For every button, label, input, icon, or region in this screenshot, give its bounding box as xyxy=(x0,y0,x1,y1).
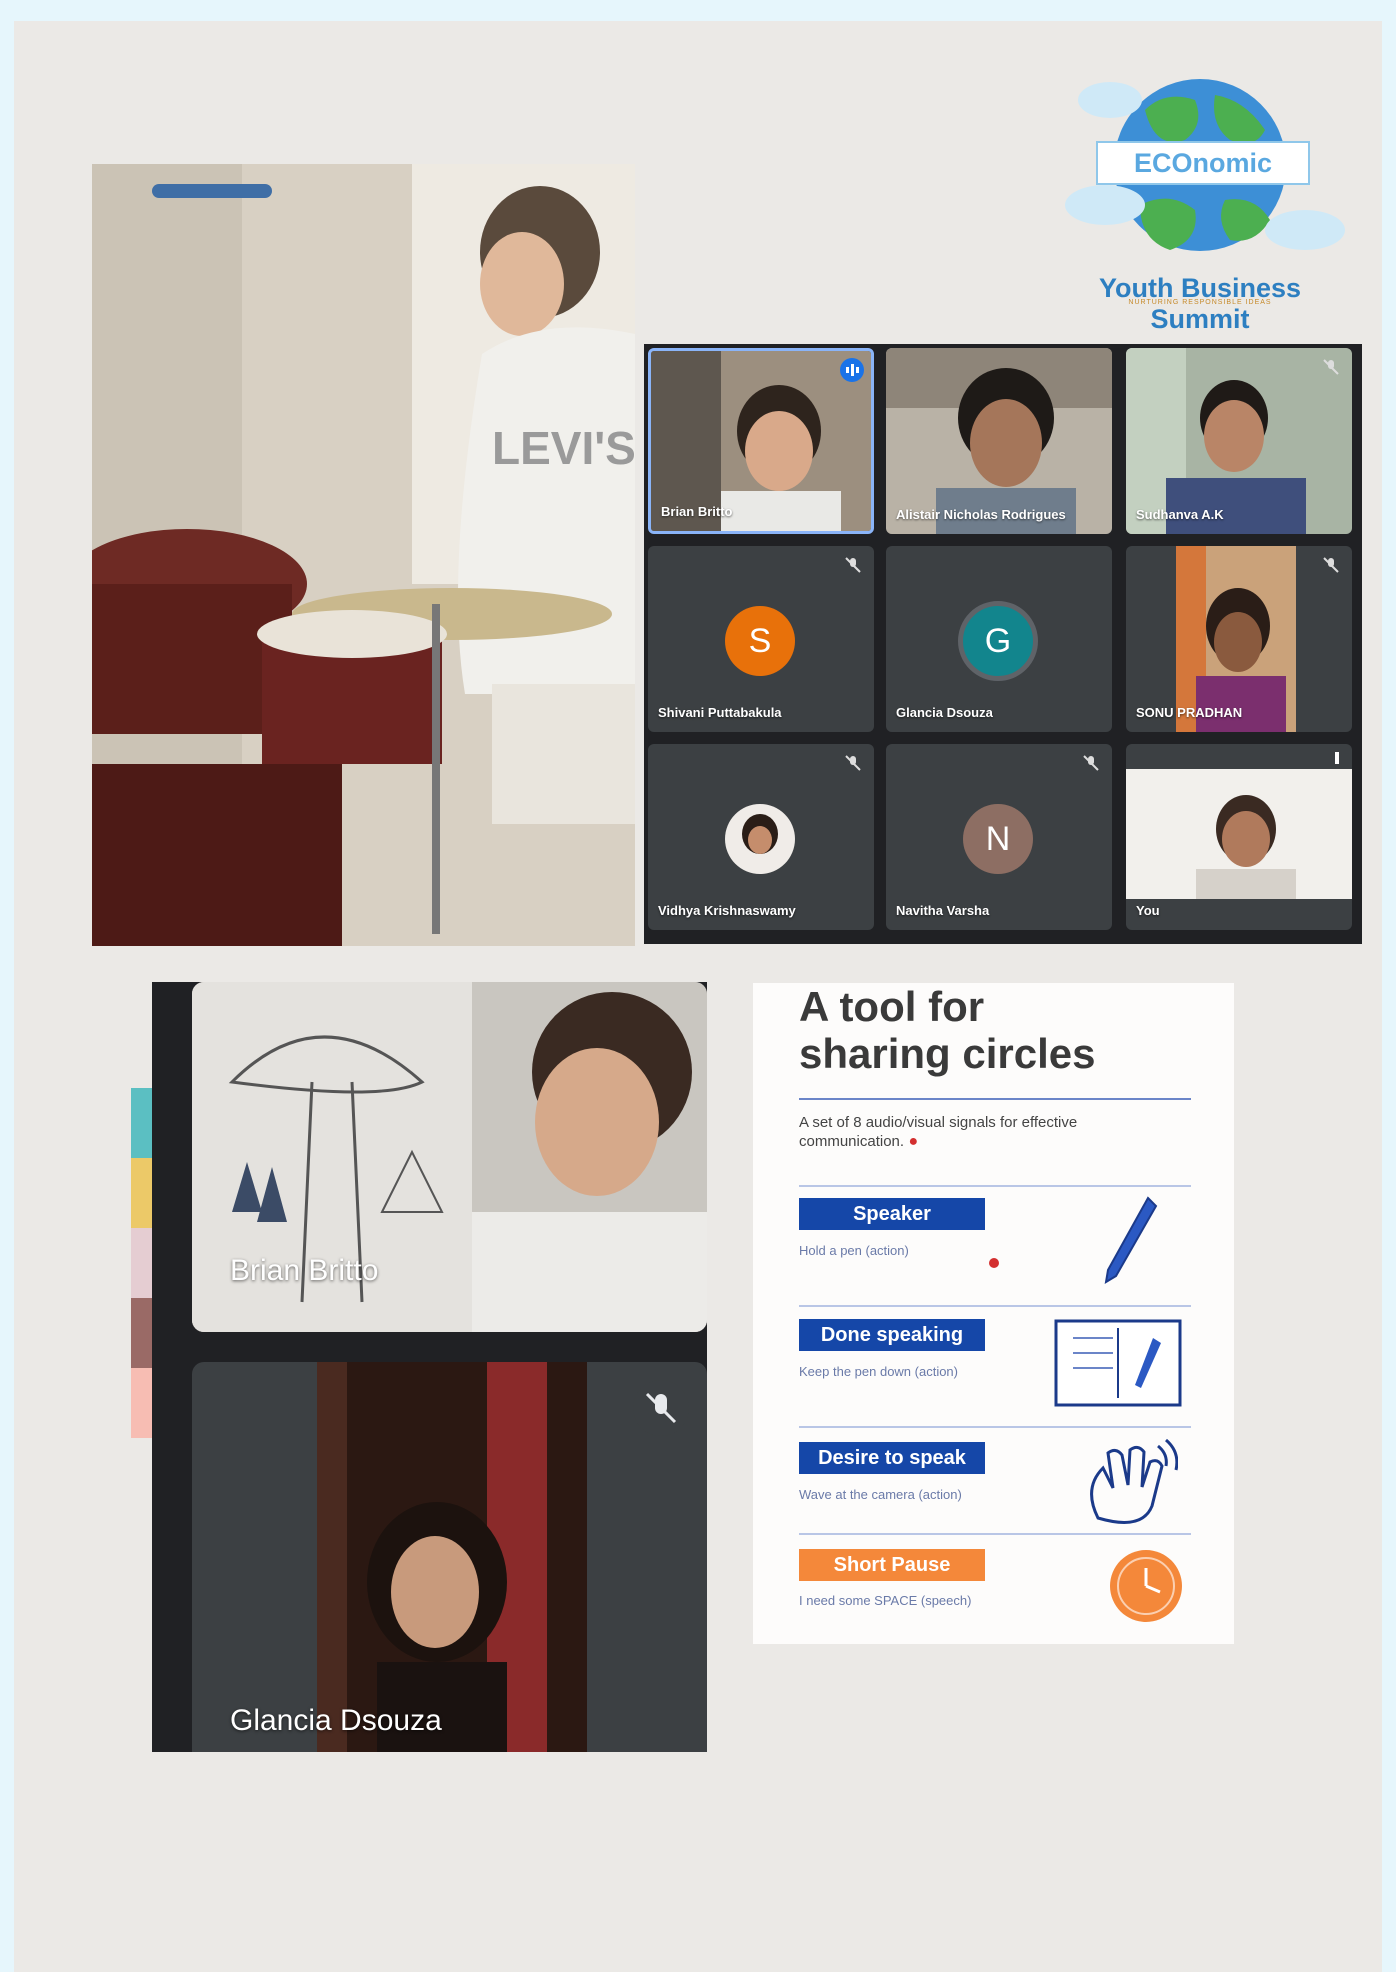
signal-label: Done speaking xyxy=(799,1319,985,1351)
speaker-view-call: Brian Britto Glancia Dsouza xyxy=(152,982,707,1752)
shirt-text: LEVI'S xyxy=(492,422,635,474)
divider xyxy=(799,1185,1191,1187)
divider xyxy=(799,1098,1191,1100)
participant-tile[interactable]: You xyxy=(1126,744,1352,930)
mic-off-icon xyxy=(1323,359,1339,375)
video-call-grid: Brian Britto Alistair Nicholas Rodrigues… xyxy=(644,344,1362,944)
participant-tile[interactable]: Alistair Nicholas Rodrigues xyxy=(886,348,1112,534)
signal-note: Wave at the camera (action) xyxy=(799,1487,962,1502)
summit-logo: ECOnomic Youth Business Summit NURTURING… xyxy=(1050,55,1350,334)
signal-note: I need some SPACE (speech) xyxy=(799,1593,972,1608)
participant-tile[interactable]: Sudhanva A.K xyxy=(1126,348,1352,534)
participant-name: You xyxy=(1136,903,1160,918)
mic-off-icon xyxy=(633,1380,689,1436)
avatar: G xyxy=(958,601,1038,681)
speaker-tile-bottom[interactable]: Glancia Dsouza xyxy=(192,1362,707,1752)
logo-subtitle: NURTURING RESPONSIBLE IDEAS xyxy=(1128,299,1272,306)
signal-label: Desire to speak xyxy=(799,1442,985,1474)
participant-tile[interactable]: G Glancia Dsouza xyxy=(886,546,1112,732)
participant-name: Vidhya Krishnaswamy xyxy=(658,903,796,918)
signal-note: Hold a pen (action) xyxy=(799,1243,909,1258)
signal-note: Keep the pen down (action) xyxy=(799,1364,958,1379)
speaker-name: Brian Britto xyxy=(230,1254,379,1287)
participant-name: Alistair Nicholas Rodrigues xyxy=(896,507,1066,522)
speaking-indicator-icon xyxy=(840,358,864,382)
signal-label: Speaker xyxy=(799,1198,985,1230)
speaker-name: Glancia Dsouza xyxy=(230,1704,442,1737)
more-options-icon[interactable] xyxy=(1332,752,1342,770)
avatar: N xyxy=(963,804,1033,874)
participant-tile[interactable]: SONU PRADHAN xyxy=(1126,546,1352,732)
logo-band: ECOnomic xyxy=(1096,141,1310,185)
divider xyxy=(799,1426,1191,1428)
mic-off-icon xyxy=(1083,755,1099,771)
participant-tile[interactable]: N Navitha Varsha xyxy=(886,744,1112,930)
participant-name: SONU PRADHAN xyxy=(1136,705,1243,720)
card-intro-text: A set of 8 audio/visual signals for effe… xyxy=(799,1114,1078,1150)
pen-icon xyxy=(1104,1196,1158,1284)
logo-band-text: ECOnomic xyxy=(1133,148,1273,178)
card-title: A tool for sharing circles xyxy=(799,983,1095,1077)
participant-name: Sudhanva A.K xyxy=(1136,507,1224,522)
participant-name: Shivani Puttabakula xyxy=(658,705,782,720)
waving-hand-icon xyxy=(1090,1438,1178,1524)
mic-off-icon xyxy=(1323,557,1339,573)
avatar: S xyxy=(725,606,795,676)
signal-label: Short Pause xyxy=(799,1549,985,1581)
participant-name: Glancia Dsouza xyxy=(896,705,993,720)
mic-off-icon xyxy=(845,557,861,573)
speaker-tile-top[interactable]: Brian Britto xyxy=(192,982,707,1332)
participant-name: Brian Britto xyxy=(661,504,733,519)
divider xyxy=(799,1305,1191,1307)
card-intro: A set of 8 audio/visual signals for effe… xyxy=(799,1114,1078,1150)
red-dot xyxy=(989,1258,999,1268)
divider xyxy=(799,1533,1191,1535)
sharing-circles-card: A tool for sharing circles A set of 8 aud… xyxy=(753,983,1234,1644)
drummer-photo: LEVI'S xyxy=(92,164,635,946)
card-title-line1: A tool for xyxy=(799,983,985,1030)
participant-tile[interactable]: S Shivani Puttabakula xyxy=(648,546,874,732)
card-title-line2: sharing circles xyxy=(799,1030,1096,1077)
participant-name: Navitha Varsha xyxy=(896,903,990,918)
avatar xyxy=(725,804,795,874)
mic-off-icon xyxy=(845,755,861,771)
clock-icon xyxy=(1110,1550,1182,1622)
participant-tile[interactable]: Vidhya Krishnaswamy xyxy=(648,744,874,930)
notebook-pen-icon xyxy=(1054,1319,1182,1407)
participant-tile[interactable]: Brian Britto xyxy=(648,348,874,534)
